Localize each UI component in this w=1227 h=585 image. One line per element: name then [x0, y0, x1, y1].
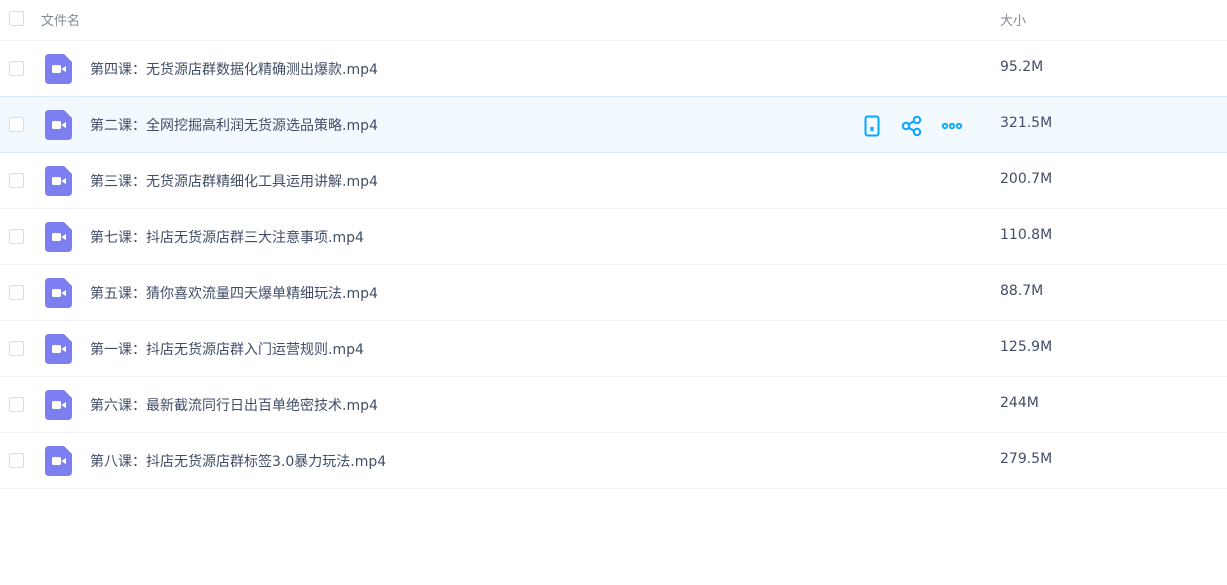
video-file-icon: [45, 54, 72, 84]
row-checkbox[interactable]: [9, 61, 24, 76]
row-checkbox[interactable]: [9, 341, 24, 356]
row-checkbox[interactable]: [9, 453, 24, 468]
video-file-icon: [45, 390, 72, 420]
row-checkbox[interactable]: [9, 117, 24, 132]
row-checkbox[interactable]: [9, 397, 24, 412]
file-row[interactable]: 第四课：无货源店群数据化精确测出爆款.mp4 95.2M: [0, 41, 1227, 97]
file-size: 244M: [1000, 395, 1039, 411]
file-name[interactable]: 第二课：全网挖掘高利润无货源选品策略.mp4: [90, 115, 378, 135]
row-checkbox[interactable]: [9, 173, 24, 188]
list-header: 文件名 大小: [0, 0, 1227, 41]
file-row[interactable]: 第八课：抖店无货源店群标签3.0暴力玩法.mp4 279.5M: [0, 433, 1227, 489]
video-file-icon: [45, 334, 72, 364]
row-checkbox[interactable]: [9, 229, 24, 244]
row-checkbox[interactable]: [9, 285, 24, 300]
file-size: 321.5M: [1000, 115, 1053, 131]
file-row[interactable]: 第三课：无货源店群精细化工具运用讲解.mp4 200.7M: [0, 153, 1227, 209]
file-size: 125.9M: [1000, 339, 1053, 355]
video-file-icon: [45, 166, 72, 196]
file-row[interactable]: 第二课：全网挖掘高利润无货源选品策略.mp4 321.5M: [0, 96, 1227, 153]
video-file-icon: [45, 222, 72, 252]
file-name[interactable]: 第一课：抖店无货源店群入门运营规则.mp4: [90, 339, 364, 359]
phone-icon[interactable]: [861, 115, 883, 137]
video-file-icon: [45, 110, 72, 140]
file-name[interactable]: 第三课：无货源店群精细化工具运用讲解.mp4: [90, 171, 378, 191]
file-size: 88.7M: [1000, 283, 1044, 299]
file-size: 200.7M: [1000, 171, 1053, 187]
file-list: 文件名 大小 第四课：无货源店群数据化精确测出爆款.mp4 95.2M 第二课：…: [0, 0, 1227, 489]
file-name[interactable]: 第四课：无货源店群数据化精确测出爆款.mp4: [90, 59, 378, 79]
file-row[interactable]: 第五课：猜你喜欢流量四天爆单精细玩法.mp4 88.7M: [0, 265, 1227, 321]
video-file-icon: [45, 446, 72, 476]
file-size: 110.8M: [1000, 227, 1053, 243]
file-row[interactable]: 第七课：抖店无货源店群三大注意事项.mp4 110.8M: [0, 209, 1227, 265]
file-name[interactable]: 第六课：最新截流同行日出百单绝密技术.mp4: [90, 395, 378, 415]
file-row[interactable]: 第一课：抖店无货源店群入门运营规则.mp4 125.9M: [0, 321, 1227, 377]
select-all-checkbox[interactable]: [9, 11, 24, 26]
file-name[interactable]: 第八课：抖店无货源店群标签3.0暴力玩法.mp4: [90, 451, 386, 471]
share-icon[interactable]: [901, 115, 923, 137]
file-name[interactable]: 第五课：猜你喜欢流量四天爆单精细玩法.mp4: [90, 283, 378, 303]
file-size: 95.2M: [1000, 59, 1044, 75]
file-size: 279.5M: [1000, 451, 1053, 467]
video-file-icon: [45, 278, 72, 308]
more-icon[interactable]: [941, 115, 963, 137]
column-header-name[interactable]: 文件名: [41, 10, 80, 29]
file-name[interactable]: 第七课：抖店无货源店群三大注意事项.mp4: [90, 227, 364, 247]
file-row[interactable]: 第六课：最新截流同行日出百单绝密技术.mp4 244M: [0, 377, 1227, 433]
column-header-size[interactable]: 大小: [1000, 10, 1026, 29]
